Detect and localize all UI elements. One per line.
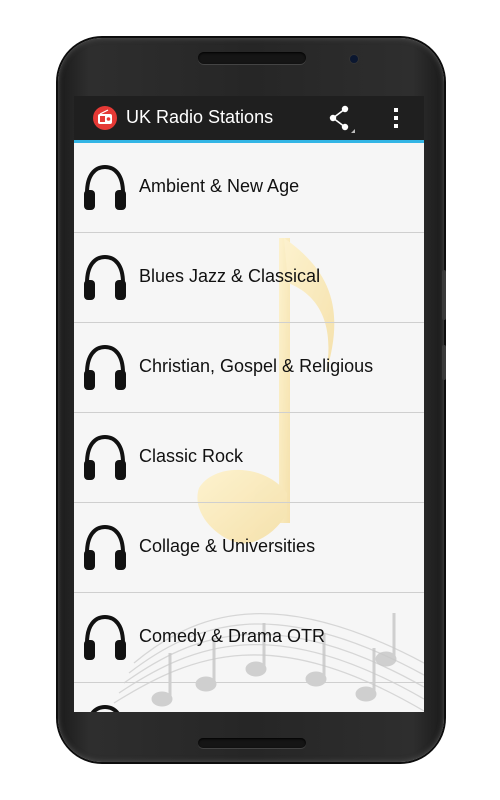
headphones-icon: [84, 524, 126, 570]
headphones-icon: [84, 434, 126, 480]
earpiece-speaker: [198, 52, 306, 64]
front-camera: [350, 55, 358, 63]
list-item-classic-rock[interactable]: Classic Rock: [74, 413, 424, 503]
list-item-label: Collage & Universities: [139, 536, 316, 556]
list-item-ambient[interactable]: Ambient & New Age: [74, 143, 424, 233]
list-item-partial[interactable]: [74, 683, 424, 712]
list-item-label: Blues Jazz & Classical: [139, 266, 321, 286]
radio-icon[interactable]: [93, 106, 117, 130]
list-item-blues-jazz[interactable]: Blues Jazz & Classical: [74, 233, 424, 323]
list-item-christian[interactable]: Christian, Gospel & Religious: [74, 323, 424, 413]
share-icon[interactable]: [326, 103, 358, 133]
action-bar: UK Radio Stations: [74, 96, 424, 143]
list-item-label: Christian, Gospel & Religious: [139, 356, 374, 376]
bottom-speaker: [198, 738, 306, 748]
list-item-label: Ambient & New Age: [139, 176, 300, 196]
list-item-collage[interactable]: Collage & Universities: [74, 503, 424, 593]
headphones-icon: [84, 164, 126, 210]
power-button: [442, 345, 446, 380]
app-title: UK Radio Stations: [126, 107, 274, 127]
headphones-icon: [84, 614, 126, 660]
list-item-label: Comedy & Drama OTR: [139, 626, 326, 646]
volume-button: [442, 270, 446, 320]
list-item-label: Classic Rock: [139, 446, 244, 466]
headphones-icon: [84, 254, 126, 300]
app-screen: UK Radio Stations Ambient & New Age Blue…: [74, 96, 424, 712]
headphones-icon: [90, 704, 120, 712]
headphones-icon: [84, 344, 126, 390]
overflow-menu-icon[interactable]: [386, 103, 406, 133]
category-list: Ambient & New Age Blues Jazz & Classical…: [74, 143, 424, 712]
list-item-comedy[interactable]: Comedy & Drama OTR: [74, 593, 424, 683]
